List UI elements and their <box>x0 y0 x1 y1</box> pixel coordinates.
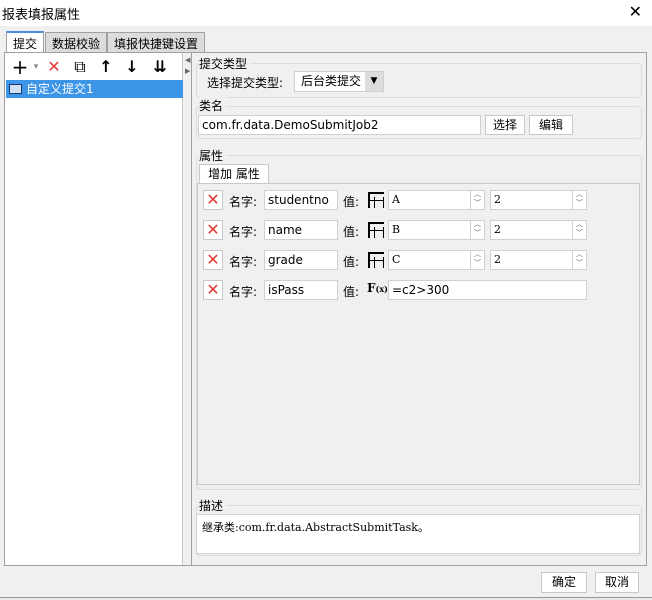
property-name-input[interactable]: name <box>264 220 338 240</box>
cell-row-input[interactable]: 2 ︿ ﹀ <box>490 250 587 270</box>
move-up-icon[interactable]: ↑ <box>96 57 116 77</box>
cell-reference-icon[interactable] <box>368 192 384 208</box>
row-spinner[interactable]: ︿ ﹀ <box>572 250 586 270</box>
row-spinner[interactable]: ︿ ﹀ <box>572 190 586 210</box>
tab-shortcut-settings[interactable]: 填报快捷键设置 <box>107 32 206 53</box>
cell-row-value: 2 <box>494 253 501 266</box>
add-menu-chevron-icon[interactable]: ▾ <box>26 57 46 77</box>
splitter[interactable]: ◀ ▶ <box>184 53 192 565</box>
cancel-button[interactable]: 取消 <box>595 572 639 593</box>
move-down-icon[interactable]: ↓ <box>122 57 142 77</box>
column-spinner[interactable]: ︿ ﹀ <box>470 250 484 270</box>
formula-icon[interactable]: F(x) <box>367 281 388 295</box>
value-label: 值: <box>343 225 360 239</box>
move-bottom-icon[interactable]: ⇊ <box>150 57 170 77</box>
formula-input[interactable]: =c2>300 <box>388 280 587 300</box>
cell-column-value: A <box>392 193 400 206</box>
cell-row-value: 2 <box>494 223 501 236</box>
collapse-arrow-icon[interactable]: ◀ <box>185 56 190 64</box>
property-name-input[interactable]: isPass <box>264 280 338 300</box>
expand-arrow-icon[interactable]: ▶ <box>185 67 190 75</box>
cell-row-input[interactable]: 2 ︿ ﹀ <box>490 220 587 240</box>
window-title: 报表填报属性 <box>2 8 81 23</box>
chevron-down-icon[interactable]: ▼ <box>365 72 383 91</box>
column-spinner[interactable]: ︿ ﹀ <box>470 220 484 240</box>
tab-submit[interactable]: 提交 <box>6 31 45 53</box>
description-value: 继承类:com.fr.data.AbstractSubmitTask。 <box>202 521 429 534</box>
class-name-title: 类名 <box>199 97 227 114</box>
cell-reference-icon[interactable] <box>368 252 384 268</box>
class-name-input[interactable]: com.fr.data.DemoSubmitJob2 <box>198 115 481 135</box>
row-spinner[interactable]: ︿ ﹀ <box>572 220 586 240</box>
submit-item-icon <box>9 84 22 94</box>
cell-column-input[interactable]: C ︿ ﹀ <box>388 250 485 270</box>
close-icon[interactable]: ✕ <box>629 2 642 21</box>
name-label: 名字: <box>229 285 258 299</box>
title-bar: 报表填报属性 ✕ <box>0 0 652 26</box>
property-name-input[interactable]: studentno <box>264 190 338 210</box>
cell-row-value: 2 <box>494 193 501 206</box>
add-property-button[interactable]: 增加 属性 <box>199 164 269 184</box>
submit-type-label: 选择提交类型: <box>207 76 284 90</box>
delete-icon[interactable]: ✕ <box>44 57 64 77</box>
delete-property-button[interactable]: ✕ <box>203 190 223 210</box>
value-label: 值: <box>343 195 360 209</box>
submit-list-panel <box>5 53 183 565</box>
submit-type-value: 后台类提交 <box>301 74 362 88</box>
column-spinner[interactable]: ︿ ﹀ <box>470 190 484 210</box>
list-item[interactable]: 自定义提交1 <box>6 80 183 98</box>
cell-reference-icon[interactable] <box>368 222 384 238</box>
delete-property-button[interactable]: ✕ <box>203 250 223 270</box>
name-label: 名字: <box>229 255 258 269</box>
property-name-input[interactable]: grade <box>264 250 338 270</box>
properties-title: 属性 <box>199 147 227 164</box>
delete-property-button[interactable]: ✕ <box>203 280 223 300</box>
submit-type-select[interactable]: 后台类提交 ▼ <box>294 71 384 92</box>
delete-property-button[interactable]: ✕ <box>203 220 223 240</box>
value-label: 值: <box>343 255 360 269</box>
description-title: 描述 <box>199 497 227 514</box>
name-label: 名字: <box>229 195 258 209</box>
name-label: 名字: <box>229 225 258 239</box>
copy-icon[interactable]: ⧉ <box>70 57 90 77</box>
value-label: 值: <box>343 285 360 299</box>
tab-data-validation[interactable]: 数据校验 <box>45 32 108 53</box>
select-button[interactable]: 选择 <box>485 115 525 135</box>
submit-type-title: 提交类型 <box>199 55 251 72</box>
cell-column-input[interactable]: B ︿ ﹀ <box>388 220 485 240</box>
cell-column-value: C <box>392 253 401 266</box>
edit-button[interactable]: 编辑 <box>529 115 573 135</box>
description-text: 继承类:com.fr.data.AbstractSubmitTask。 <box>196 514 640 554</box>
cell-column-value: B <box>392 223 401 236</box>
ok-button[interactable]: 确定 <box>541 572 587 593</box>
cell-row-input[interactable]: 2 ︿ ﹀ <box>490 190 587 210</box>
cell-column-input[interactable]: A ︿ ﹀ <box>388 190 485 210</box>
